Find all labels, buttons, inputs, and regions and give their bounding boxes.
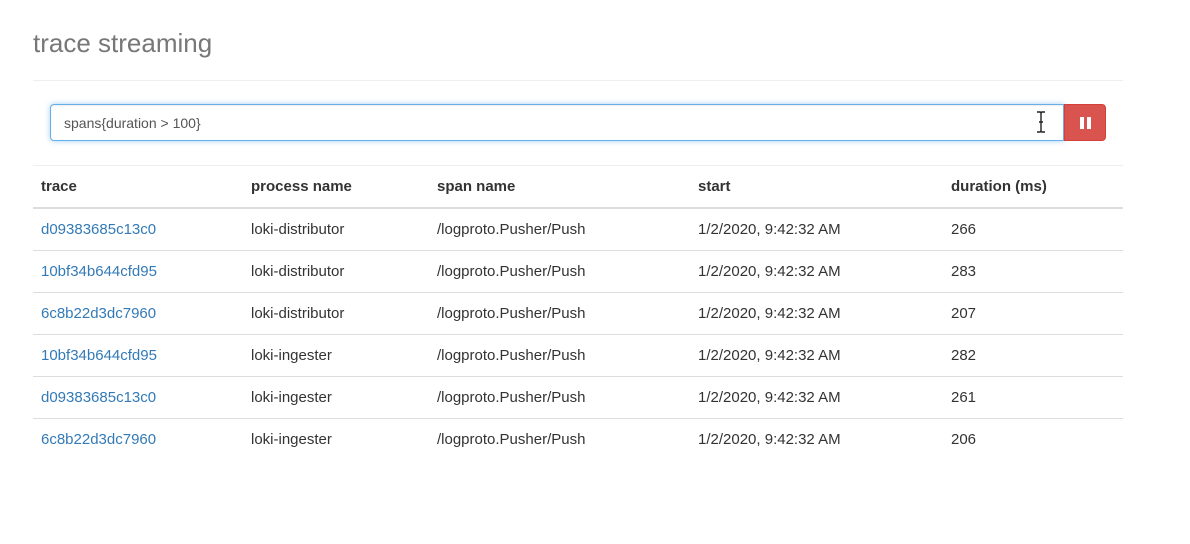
duration-cell: 282 xyxy=(943,334,1123,377)
trace-link[interactable]: d09383685c13c0 xyxy=(41,221,156,238)
process-name-cell: loki-ingester xyxy=(243,376,429,419)
table-row: 10bf34b644cfd95 loki-ingester /logproto.… xyxy=(33,334,1123,377)
span-name-cell: /logproto.Pusher/Push xyxy=(429,376,690,419)
trace-cell: 6c8b22d3dc7960 xyxy=(33,292,243,335)
trace-cell: d09383685c13c0 xyxy=(33,376,243,419)
duration-cell: 206 xyxy=(951,431,977,448)
trace-link[interactable]: 10bf34b644cfd95 xyxy=(41,263,157,280)
table-header-row: trace process name span name start durat… xyxy=(33,165,1123,209)
pause-icon xyxy=(1080,117,1092,129)
trace-link[interactable]: 6c8b22d3dc7960 xyxy=(41,305,156,322)
column-header-span-name: span name xyxy=(429,165,690,209)
duration-cell: 283 xyxy=(943,250,1123,293)
query-bar xyxy=(50,104,1106,141)
duration-cell: 266 xyxy=(943,208,1123,251)
process-name-cell: loki-ingester xyxy=(243,334,429,377)
text-cursor-icon xyxy=(1037,111,1045,133)
trace-link[interactable]: d09383685c13c0 xyxy=(41,389,156,406)
span-name-cell: /logproto.Pusher/Push xyxy=(437,431,586,448)
column-header-trace: trace xyxy=(33,165,243,209)
process-name-cell: loki-distributor xyxy=(243,250,429,293)
start-cell: 1/2/2020, 9:42:32 AM xyxy=(690,208,943,251)
column-header-duration: duration (ms) xyxy=(943,165,1123,209)
start-cell: 1/2/2020, 9:42:32 AM xyxy=(698,431,841,448)
title-divider xyxy=(33,80,1123,81)
query-input[interactable] xyxy=(50,104,1064,141)
span-name-cell: /logproto.Pusher/Push xyxy=(429,292,690,335)
duration-cell: 207 xyxy=(943,292,1123,335)
table-row: 10bf34b644cfd95 loki-distributor /logpro… xyxy=(33,250,1123,293)
process-name-cell: loki-distributor xyxy=(243,292,429,335)
column-header-start: start xyxy=(690,165,943,209)
start-cell: 1/2/2020, 9:42:32 AM xyxy=(690,250,943,293)
trace-link[interactable]: 10bf34b644cfd95 xyxy=(41,347,157,364)
span-name-cell: /logproto.Pusher/Push xyxy=(429,208,690,251)
process-name-cell: loki-ingester xyxy=(251,431,332,448)
span-name-cell: /logproto.Pusher/Push xyxy=(429,250,690,293)
duration-cell: 261 xyxy=(943,376,1123,419)
trace-cell: 10bf34b644cfd95 xyxy=(33,250,243,293)
table-row: d09383685c13c0 loki-ingester /logproto.P… xyxy=(33,376,1123,419)
trace-link[interactable]: 6c8b22d3dc7960 xyxy=(41,431,156,448)
table-row: d09383685c13c0 loki-distributor /logprot… xyxy=(33,208,1123,251)
span-name-cell: /logproto.Pusher/Push xyxy=(429,334,690,377)
page: trace streaming trace process name span … xyxy=(0,0,1190,544)
trace-cell: 6c8b22d3dc7960 xyxy=(33,419,243,461)
trace-cell: d09383685c13c0 xyxy=(33,208,243,251)
spans-table: trace process name span name start durat… xyxy=(33,165,1123,460)
column-header-process-name: process name xyxy=(243,165,429,209)
trace-cell: 10bf34b644cfd95 xyxy=(33,334,243,377)
start-cell: 1/2/2020, 9:42:32 AM xyxy=(690,334,943,377)
start-cell: 1/2/2020, 9:42:32 AM xyxy=(690,376,943,419)
page-title: trace streaming xyxy=(33,28,213,58)
table-row: 6c8b22d3dc7960 loki-distributor /logprot… xyxy=(33,292,1123,335)
table-row: 6c8b22d3dc7960 loki-ingester /logproto.P… xyxy=(33,419,1123,461)
pause-button[interactable] xyxy=(1064,104,1106,141)
start-cell: 1/2/2020, 9:42:32 AM xyxy=(690,292,943,335)
process-name-cell: loki-distributor xyxy=(243,208,429,251)
